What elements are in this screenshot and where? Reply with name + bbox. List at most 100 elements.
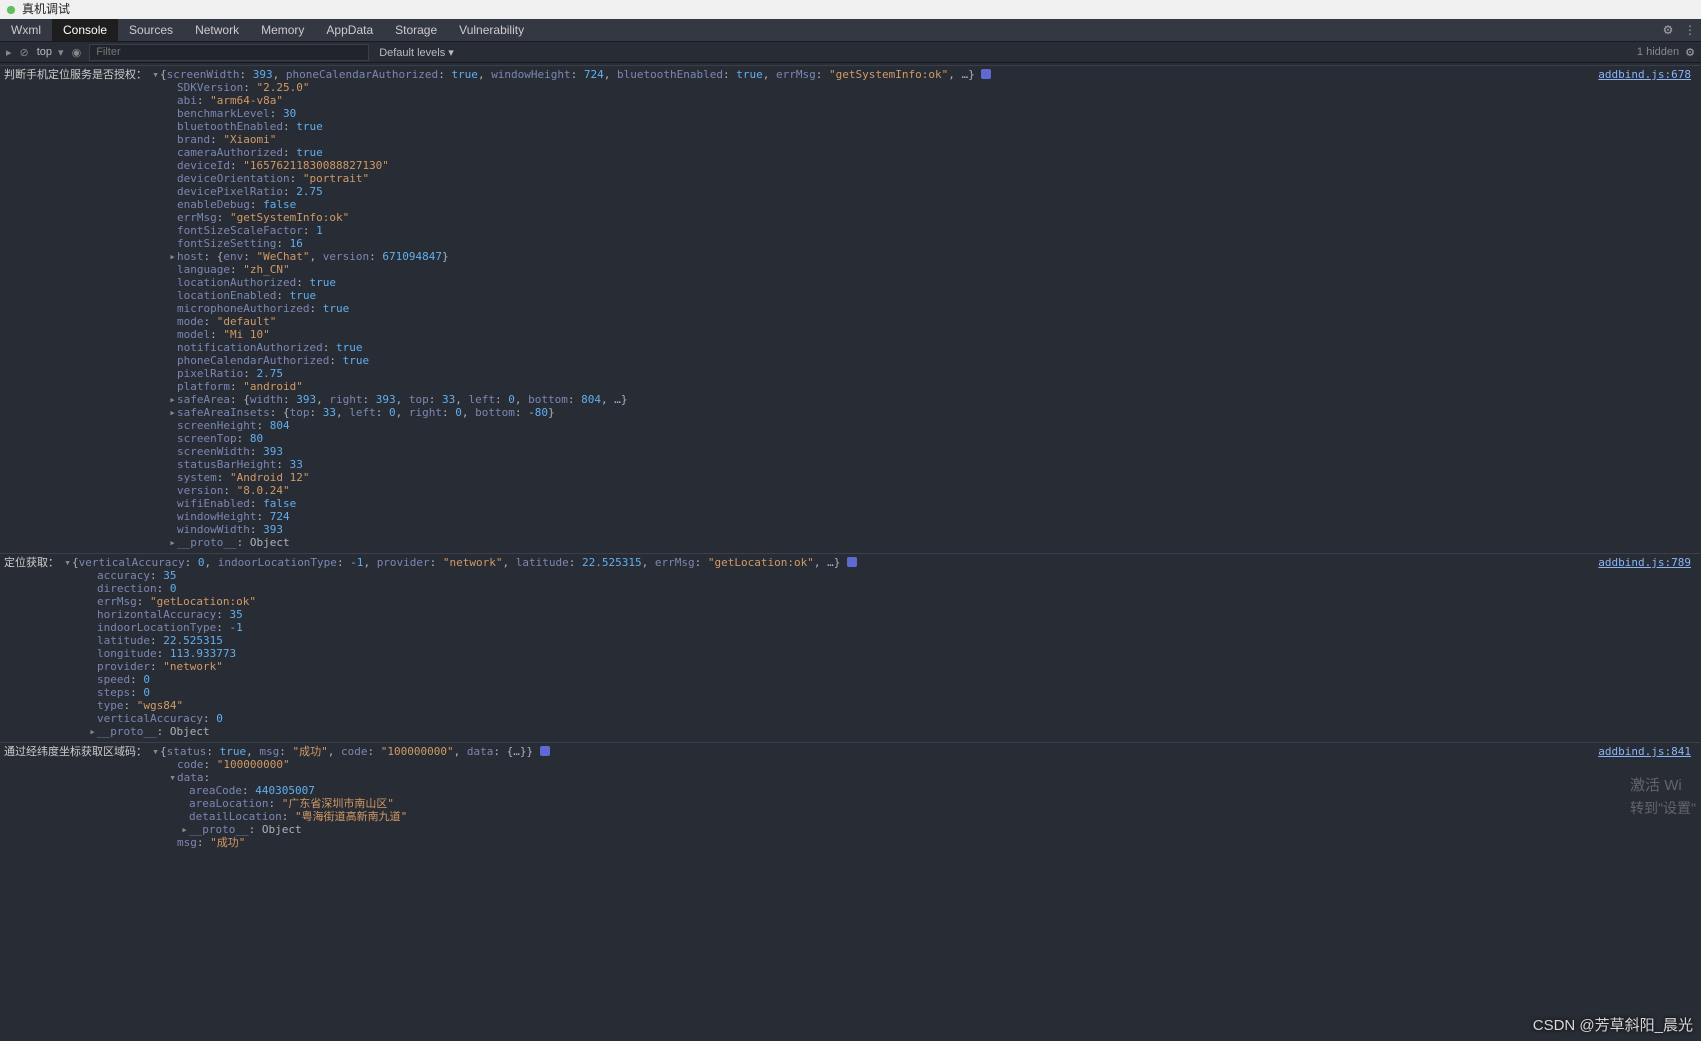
object-property[interactable]: windowHeight: 724 (168, 510, 1701, 523)
object-property[interactable]: model: "Mi 10" (168, 328, 1701, 341)
gear-icon[interactable]: ⚙ (1657, 23, 1679, 37)
chevron-down-icon: ▾ (58, 46, 64, 59)
object-property[interactable]: version: "8.0.24" (168, 484, 1701, 497)
object-property[interactable]: fontSizeScaleFactor: 1 (168, 224, 1701, 237)
object-property[interactable]: system: "Android 12" (168, 471, 1701, 484)
object-property[interactable]: deviceId: "16576211830088827130" (168, 159, 1701, 172)
source-link[interactable]: addbind.js:789 (1598, 556, 1701, 569)
object-property[interactable]: brand: "Xiaomi" (168, 133, 1701, 146)
log-label: 定位获取： (0, 556, 63, 569)
object-property[interactable]: platform: "android" (168, 380, 1701, 393)
info-icon[interactable] (847, 557, 857, 567)
object-property[interactable]: statusBarHeight: 33 (168, 458, 1701, 471)
object-property[interactable]: detailLocation: "粤海街道高新南九道" (168, 810, 1701, 823)
object-property[interactable]: ▸safeAreaInsets: {top: 33, left: 0, righ… (168, 406, 1701, 419)
object-property[interactable]: mode: "default" (168, 315, 1701, 328)
object-property[interactable]: ▸safeArea: {width: 393, right: 393, top:… (168, 393, 1701, 406)
object-property[interactable]: errMsg: "getSystemInfo:ok" (168, 211, 1701, 224)
object-property[interactable]: windowWidth: 393 (168, 523, 1701, 536)
object-property[interactable]: pixelRatio: 2.75 (168, 367, 1701, 380)
object-property[interactable]: type: "wgs84" (88, 699, 1701, 712)
object-property[interactable]: code: "100000000" (168, 758, 1701, 771)
expand-icon[interactable]: ▾ (63, 556, 72, 569)
object-property[interactable]: ▸__proto__: Object (168, 536, 1701, 549)
gear-icon[interactable]: ⚙ (1685, 46, 1695, 59)
console-message: 判断手机定位服务是否授权：▾{screenWidth: 393, phoneCa… (0, 65, 1701, 553)
object-property[interactable]: screenHeight: 804 (168, 419, 1701, 432)
object-property[interactable]: ▸host: {env: "WeChat", version: 67109484… (168, 250, 1701, 263)
expand-icon[interactable]: ▸ (168, 393, 177, 406)
filter-input[interactable] (89, 44, 369, 61)
expand-icon[interactable]: ▸ (168, 406, 177, 419)
object-properties: code: "100000000"▾data: areaCode: 440305… (168, 758, 1701, 849)
hidden-count[interactable]: 1 hidden (1637, 46, 1679, 58)
expand-icon[interactable]: ▸ (180, 823, 189, 836)
object-property[interactable]: ▸__proto__: Object (88, 725, 1701, 738)
expand-icon[interactable]: ▸ (168, 250, 177, 263)
object-summary[interactable]: {verticalAccuracy: 0, indoorLocationType… (72, 556, 857, 569)
object-property[interactable]: SDKVersion: "2.25.0" (168, 81, 1701, 94)
tab-sources[interactable]: Sources (118, 19, 184, 41)
object-property[interactable]: wifiEnabled: false (168, 497, 1701, 510)
devtools-tabs: WxmlConsoleSourcesNetworkMemoryAppDataSt… (0, 19, 1701, 41)
object-property[interactable]: latitude: 22.525315 (88, 634, 1701, 647)
expand-icon[interactable]: ▾ (151, 745, 160, 758)
clear-console-icon[interactable]: ⊘ (20, 46, 29, 59)
object-property[interactable]: benchmarkLevel: 30 (168, 107, 1701, 120)
object-property[interactable]: speed: 0 (88, 673, 1701, 686)
tab-memory[interactable]: Memory (250, 19, 315, 41)
tab-network[interactable]: Network (184, 19, 250, 41)
object-property[interactable]: provider: "network" (88, 660, 1701, 673)
object-property[interactable]: steps: 0 (88, 686, 1701, 699)
kebab-icon[interactable]: ⋮ (1679, 23, 1701, 37)
expand-icon[interactable]: ▾ (151, 68, 160, 81)
expand-icon[interactable]: ▾ (168, 771, 177, 784)
object-property[interactable]: locationAuthorized: true (168, 276, 1701, 289)
info-icon[interactable] (981, 69, 991, 79)
object-property[interactable]: screenWidth: 393 (168, 445, 1701, 458)
tab-storage[interactable]: Storage (384, 19, 448, 41)
object-property[interactable]: deviceOrientation: "portrait" (168, 172, 1701, 185)
tab-wxml[interactable]: Wxml (0, 19, 52, 41)
live-expression-icon[interactable]: ◉ (72, 46, 82, 59)
object-property[interactable]: direction: 0 (88, 582, 1701, 595)
object-summary[interactable]: {screenWidth: 393, phoneCalendarAuthoriz… (160, 68, 991, 81)
info-icon[interactable] (540, 746, 550, 756)
object-property[interactable]: indoorLocationType: -1 (88, 621, 1701, 634)
object-property[interactable]: notificationAuthorized: true (168, 341, 1701, 354)
tab-appdata[interactable]: AppData (315, 19, 384, 41)
console-toolbar: ▸ ⊘ top ▾ ◉ Default levels ▾ 1 hidden ⚙ (0, 41, 1701, 63)
app-icon (4, 3, 18, 17)
object-property[interactable]: language: "zh_CN" (168, 263, 1701, 276)
tab-console[interactable]: Console (52, 19, 118, 41)
expand-icon[interactable]: ▸ (168, 536, 177, 549)
object-property[interactable]: areaLocation: "广东省深圳市南山区" (168, 797, 1701, 810)
object-property[interactable]: ▾data: (168, 771, 1701, 784)
context-selector[interactable]: top (37, 46, 52, 58)
source-link[interactable]: addbind.js:678 (1598, 68, 1701, 81)
source-link[interactable]: addbind.js:841 (1598, 745, 1701, 758)
tab-vulnerability[interactable]: Vulnerability (448, 19, 535, 41)
object-property[interactable]: screenTop: 80 (168, 432, 1701, 445)
object-property[interactable]: areaCode: 440305007 (168, 784, 1701, 797)
object-property[interactable]: enableDebug: false (168, 198, 1701, 211)
object-property[interactable]: fontSizeSetting: 16 (168, 237, 1701, 250)
object-property[interactable]: verticalAccuracy: 0 (88, 712, 1701, 725)
object-summary[interactable]: {status: true, msg: "成功", code: "1000000… (160, 745, 550, 758)
object-property[interactable]: bluetoothEnabled: true (168, 120, 1701, 133)
object-property[interactable]: horizontalAccuracy: 35 (88, 608, 1701, 621)
object-property[interactable]: phoneCalendarAuthorized: true (168, 354, 1701, 367)
object-property[interactable]: accuracy: 35 (88, 569, 1701, 582)
object-property[interactable]: msg: "成功" (168, 836, 1701, 849)
object-property[interactable]: devicePixelRatio: 2.75 (168, 185, 1701, 198)
object-property[interactable]: errMsg: "getLocation:ok" (88, 595, 1701, 608)
execute-icon[interactable]: ▸ (6, 46, 12, 59)
object-property[interactable]: cameraAuthorized: true (168, 146, 1701, 159)
expand-icon[interactable]: ▸ (88, 725, 97, 738)
object-property[interactable]: abi: "arm64-v8a" (168, 94, 1701, 107)
object-property[interactable]: ▸__proto__: Object (168, 823, 1701, 836)
object-property[interactable]: longitude: 113.933773 (88, 647, 1701, 660)
object-property[interactable]: microphoneAuthorized: true (168, 302, 1701, 315)
object-property[interactable]: locationEnabled: true (168, 289, 1701, 302)
log-levels-selector[interactable]: Default levels ▾ (379, 46, 454, 59)
